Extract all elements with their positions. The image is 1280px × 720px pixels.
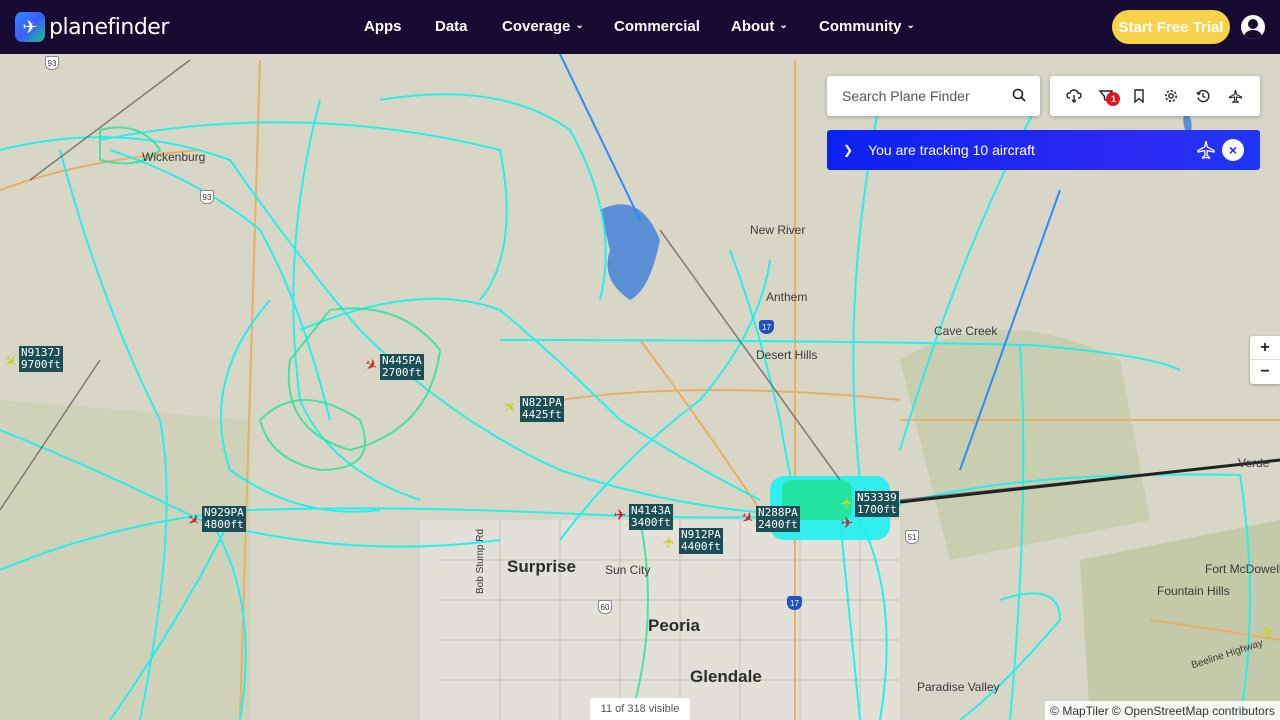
search-input[interactable] [842,88,1002,104]
place-new-river: New River [750,223,806,237]
aircraft-label-n9137j[interactable]: N9137J 9700ft [19,346,63,372]
aircraft-icon[interactable]: ✈ [839,495,856,511]
settings-gear-icon[interactable] [1160,85,1182,107]
nav-community[interactable]: Community ⌄ [819,18,915,35]
bookmark-icon[interactable] [1128,85,1150,107]
place-peoria: Peoria [648,616,700,635]
chevron-right-icon[interactable]: ❯ [843,143,853,157]
zoom-in-button[interactable]: + [1250,336,1280,360]
brand-name: planefinder [49,14,169,40]
route-shield: 51 [905,530,919,544]
chevron-down-icon: ⌄ [575,20,584,31]
nav-data[interactable]: Data [435,18,468,35]
planefinder-logo[interactable]: ✈ planefinder [15,12,169,42]
filter-icon[interactable]: 1 [1095,85,1121,107]
history-clock-icon[interactable] [1192,85,1214,107]
interstate-shield: 17 [787,596,802,610]
route-shield: 60 [598,600,612,614]
visible-aircraft-count: 11 of 318 visible [590,698,690,720]
playback-plane-icon[interactable] [1225,85,1247,107]
tracking-text: You are tracking 10 aircraft [868,142,1035,158]
map-toolbar: 1 [1050,76,1260,116]
place-paradise-valley: Paradise Valley [917,680,1000,694]
top-navigation: ✈ planefinder Apps Data Coverage ⌄ Commer… [0,0,1280,54]
nav-apps[interactable]: Apps [364,18,402,35]
place-glendale: Glendale [690,667,762,686]
nav-about[interactable]: About ⌄ [731,18,788,35]
place-verde: Verde [1238,456,1270,470]
chevron-down-icon: ⌄ [779,20,788,31]
map-attribution[interactable]: © MapTiler © OpenStreetMap contributors [1045,701,1280,720]
search-box [827,76,1040,116]
aircraft-label-n288pa[interactable]: N288PA 2400ft [756,506,800,532]
route-shield: 93 [200,190,214,204]
search-icon[interactable] [1012,88,1026,102]
start-free-trial-button[interactable]: Start Free Trial [1112,10,1230,44]
plane-logo-icon: ✈ [15,12,45,42]
aircraft-label-n53339[interactable]: N53339 1700ft [855,491,899,517]
tracking-banner[interactable]: ❯ You are tracking 10 aircraft × [827,130,1260,170]
place-fort-mcdowell: Fort McDowell [1205,562,1280,576]
filter-count-badge: 1 [1106,92,1121,106]
aircraft-icon[interactable]: ✈ [839,516,855,532]
weather-cloud-icon[interactable] [1063,85,1085,107]
chevron-down-icon: ⌄ [906,20,915,31]
place-fountain-hills: Fountain Hills [1157,584,1230,598]
aircraft-label-n445pa[interactable]: N445PA 2700ft [380,354,424,380]
place-anthem: Anthem [766,290,808,304]
aircraft-label-n929pa[interactable]: N929PA 4800ft [202,506,246,532]
aircraft-icon[interactable]: ✈ [661,534,678,550]
place-surprise: Surprise [507,557,576,576]
account-icon[interactable] [1241,15,1265,39]
zoom-control: + − [1250,336,1280,384]
place-cave-creek: Cave Creek [934,324,998,338]
road-bob-stump: Bob Stump Rd [475,528,486,594]
interstate-shield: 17 [759,320,774,334]
aircraft-label-n912pa[interactable]: N912PA 4400ft [679,528,723,554]
nav-coverage[interactable]: Coverage ⌄ [502,18,584,35]
nav-commercial[interactable]: Commercial [614,18,700,35]
route-shield: 93 [45,56,59,70]
aircraft-icon[interactable]: ✈ [612,508,628,524]
aircraft-label-n4143a[interactable]: N4143A 3400ft [629,504,673,530]
place-desert-hills: Desert Hills [756,348,818,362]
airplane-icon [1197,140,1215,160]
place-wickenburg: Wickenburg [142,150,206,164]
aircraft-label-n821pa[interactable]: N821PA 4425ft [520,396,564,422]
zoom-out-button[interactable]: − [1250,360,1280,384]
place-sun-city: Sun City [605,563,651,577]
close-tracking-button[interactable]: × [1222,139,1244,161]
